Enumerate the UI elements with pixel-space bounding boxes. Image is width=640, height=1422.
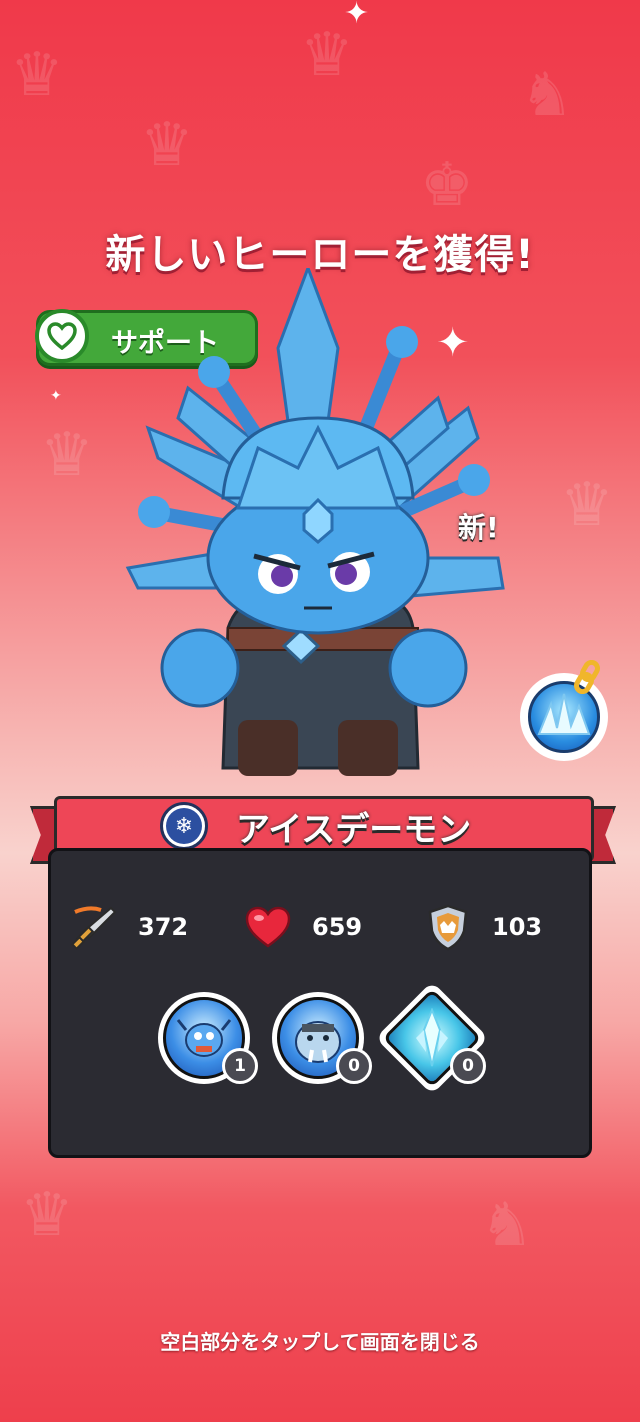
- attack-value: 372: [138, 913, 189, 941]
- new-hero-tag: 新!: [458, 511, 499, 544]
- sparkle-icon: ✦: [344, 0, 370, 31]
- background-pattern: ♚: [420, 150, 474, 220]
- sword-attack-icon: [70, 903, 118, 951]
- chain-link-icon: [572, 659, 606, 695]
- background-pattern: ♞: [480, 1190, 534, 1260]
- heart-hp-icon: [244, 903, 292, 951]
- close-hint[interactable]: 空白部分をタップして画面を閉じる: [0, 1326, 640, 1355]
- heart-icon: [35, 309, 89, 363]
- rune-count: 1: [222, 1048, 258, 1084]
- defense-value: 103: [492, 913, 543, 941]
- background-pattern: ♞: [520, 60, 574, 130]
- ice-crystal-glyph: [416, 1008, 448, 1067]
- hero-name: アイスデーモン: [236, 810, 472, 850]
- background-pattern: ♛: [140, 110, 194, 180]
- hp-value: 659: [312, 913, 363, 941]
- rune-count: 0: [450, 1048, 486, 1084]
- shield-defense-icon: [424, 903, 472, 951]
- background-pattern: ♛: [560, 470, 614, 540]
- rune-count: 0: [336, 1048, 372, 1084]
- background-pattern: ♛: [10, 40, 64, 110]
- background-pattern: ♛: [20, 1180, 74, 1250]
- stat-attack: 372: [70, 903, 188, 951]
- snowflake-icon: ❄: [160, 802, 208, 850]
- sparkle-icon: ✦: [50, 388, 62, 404]
- stat-defense: 103: [424, 903, 542, 951]
- background-pattern: ♛: [40, 420, 94, 490]
- stat-hp: 659: [244, 903, 362, 951]
